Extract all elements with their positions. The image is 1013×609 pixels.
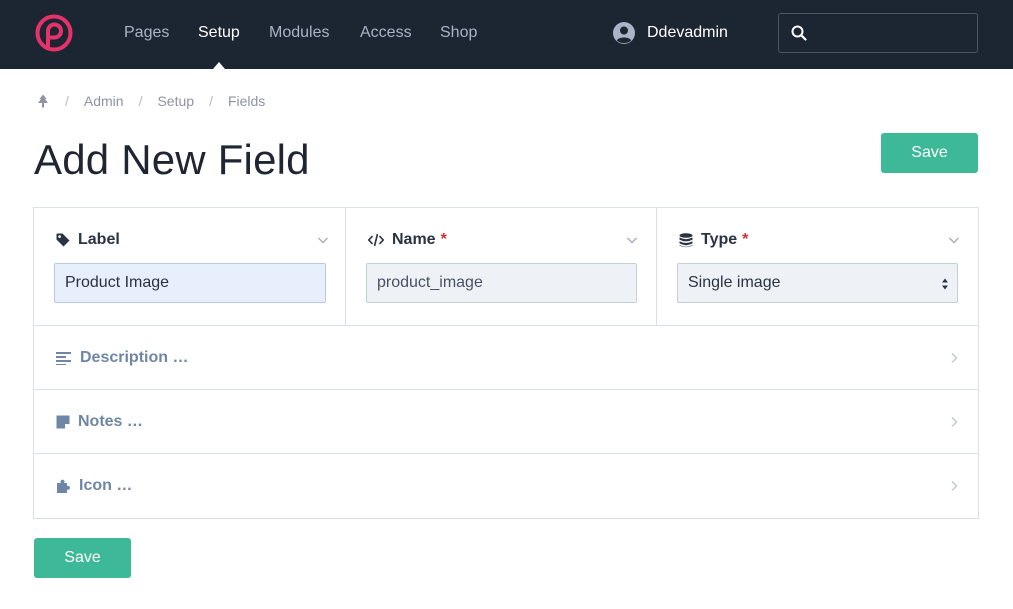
search-icon (791, 25, 807, 41)
nav-setup[interactable]: Setup (198, 23, 240, 43)
nav-modules[interactable]: Modules (269, 23, 329, 43)
label-field-heading: Label (56, 230, 120, 250)
select-arrows-icon (942, 278, 948, 290)
breadcrumb-admin[interactable]: Admin (84, 93, 124, 109)
search-input[interactable] (815, 14, 975, 52)
label-heading-text: Label (78, 231, 120, 248)
tree-icon[interactable] (36, 94, 50, 108)
nav-pages[interactable]: Pages (124, 23, 169, 43)
chevron-right-icon (951, 481, 958, 491)
name-field-heading: Name * (368, 230, 447, 250)
name-heading-text: Name (392, 231, 436, 248)
field-form-panel: Label Product Image Name * product_image (33, 207, 979, 519)
description-section[interactable]: Description … (34, 326, 978, 390)
type-field-group: Type * Single image (657, 208, 978, 325)
icon-section[interactable]: Icon … (34, 454, 978, 518)
breadcrumb-separator: / (138, 93, 143, 109)
save-button-top[interactable]: Save (881, 133, 978, 173)
top-navigation-bar: Pages Setup Modules Access Shop Ddevadmi… (0, 0, 1013, 69)
database-icon (679, 232, 693, 247)
user-circle-icon (613, 22, 635, 44)
breadcrumb-setup[interactable]: Setup (157, 93, 194, 109)
type-field-heading: Type * (679, 230, 748, 250)
chevron-down-icon[interactable] (317, 234, 329, 246)
align-left-icon (56, 352, 71, 365)
processwire-logo-icon[interactable] (34, 13, 74, 53)
breadcrumb-separator: / (209, 93, 213, 109)
nav-access[interactable]: Access (360, 23, 412, 43)
description-heading-text: Description … (80, 349, 189, 366)
chevron-right-icon (951, 417, 958, 427)
type-select[interactable]: Single image (677, 263, 958, 303)
primary-fields-row: Label Product Image Name * product_image (34, 208, 978, 326)
label-input[interactable]: Product Image (54, 263, 326, 303)
nav-shop[interactable]: Shop (440, 23, 477, 43)
name-field-group: Name * product_image (346, 208, 657, 325)
icon-heading: Icon … (56, 476, 132, 496)
search-box[interactable] (778, 13, 978, 53)
puzzle-icon (57, 479, 70, 493)
user-menu[interactable]: Ddevadmin (612, 21, 728, 45)
chevron-down-icon[interactable] (948, 234, 960, 246)
tag-icon (56, 233, 70, 247)
chevron-right-icon (951, 353, 958, 363)
description-heading: Description … (56, 348, 188, 368)
code-icon (368, 233, 384, 247)
chevron-down-icon[interactable] (626, 234, 638, 246)
name-input[interactable]: product_image (366, 263, 637, 303)
user-name: Ddevadmin (647, 24, 728, 41)
label-field-group: Label Product Image (34, 208, 346, 325)
breadcrumb-fields[interactable]: Fields (228, 93, 265, 109)
sticky-note-icon (56, 415, 70, 429)
active-nav-indicator (213, 62, 225, 69)
save-button-bottom[interactable]: Save (34, 538, 131, 578)
breadcrumb-separator: / (65, 93, 69, 109)
type-select-value: Single image (688, 274, 781, 291)
breadcrumb: / Admin / Setup / Fields (36, 92, 265, 110)
icon-heading-text: Icon … (79, 477, 133, 494)
type-heading-text: Type (701, 231, 738, 248)
notes-heading: Notes … (56, 412, 143, 432)
required-marker: * (440, 231, 447, 248)
required-marker: * (742, 231, 749, 248)
notes-section[interactable]: Notes … (34, 390, 978, 454)
notes-heading-text: Notes … (78, 413, 143, 430)
page-title: Add New Field (34, 136, 310, 183)
